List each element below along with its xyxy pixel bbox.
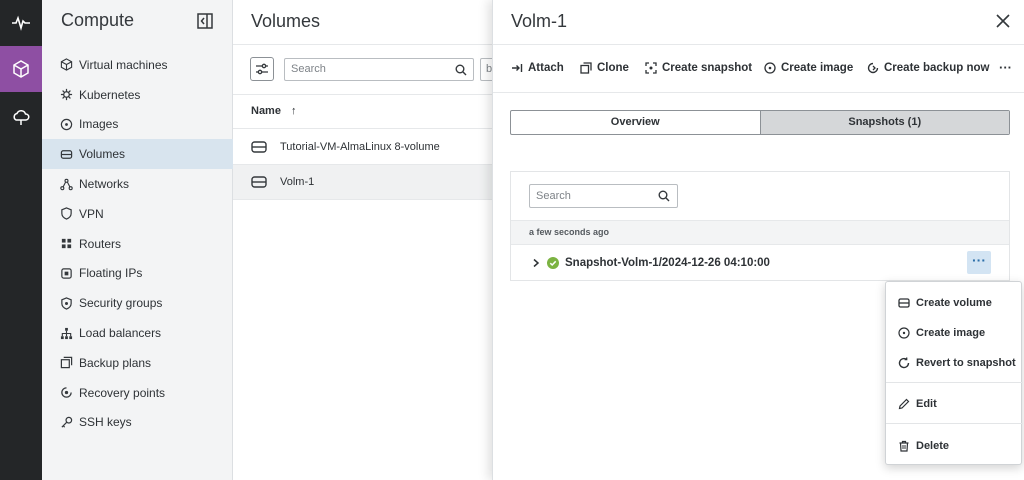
menu-divider — [886, 382, 1023, 383]
shield-gear-icon — [61, 297, 72, 310]
sidebar-item-security-groups[interactable]: Security groups — [42, 288, 233, 318]
filter-button[interactable] — [250, 57, 274, 81]
key-icon — [61, 416, 73, 428]
create-backup-now-button[interactable]: Create backup now — [867, 62, 989, 74]
revert-icon — [898, 357, 910, 369]
sidebar: Compute Virtual machines Kubernetes Imag… — [42, 0, 233, 480]
table-row[interactable]: Tutorial-VM-AlmaLinux 8-volume — [233, 128, 492, 164]
drive-icon — [251, 140, 267, 153]
trash-icon — [899, 440, 909, 452]
sidebar-item-recovery-points[interactable]: Recovery points — [42, 378, 233, 408]
menu-item-create-volume[interactable]: Create volume — [886, 291, 1023, 315]
sliders-icon — [256, 63, 268, 75]
detail-tabs: Overview Snapshots (1) — [510, 110, 1010, 135]
panel-title: Volm-1 — [511, 11, 568, 31]
close-icon[interactable] — [994, 12, 1012, 30]
search-icon — [455, 64, 467, 76]
disc-icon — [60, 118, 73, 131]
list-toolbar: Search b — [233, 44, 500, 94]
sidebar-nav: Virtual machines Kubernetes Images Volum… — [42, 50, 233, 437]
rail-monitoring[interactable] — [0, 0, 42, 46]
volumes-list-pane: Volumes Search b Name ↑ Tutorial-VM-AlmaL… — [233, 0, 500, 480]
backup-icon — [60, 357, 73, 369]
sidebar-item-floating-ips[interactable]: Floating IPs — [42, 259, 233, 289]
column-header-name[interactable]: Name ↑ — [233, 94, 492, 128]
menu-item-create-image[interactable]: Create image — [886, 321, 1023, 345]
sidebar-title: Compute — [61, 10, 135, 30]
snapshot-more-button[interactable]: ··· — [967, 251, 991, 274]
sidebar-item-backup-plans[interactable]: Backup plans — [42, 348, 233, 378]
tab-snapshots[interactable]: Snapshots (1) — [759, 111, 1009, 134]
tab-overview[interactable]: Overview — [511, 111, 760, 134]
menu-item-delete[interactable]: Delete — [886, 434, 1023, 458]
create-snapshot-button[interactable]: Create snapshot — [645, 62, 752, 74]
cube-icon — [13, 60, 29, 78]
more-actions-button[interactable]: ··· — [999, 60, 1012, 75]
sidebar-item-volumes[interactable]: Volumes — [42, 139, 233, 170]
drive-icon — [60, 149, 73, 159]
search-input[interactable]: Search — [284, 58, 474, 81]
floating-ip-icon — [61, 268, 72, 279]
check-circle-icon — [547, 257, 559, 269]
router-icon — [61, 239, 72, 249]
group-header: a few seconds ago — [511, 220, 1009, 245]
sidebar-item-virtual-machines[interactable]: Virtual machines — [42, 50, 233, 80]
cube-icon — [60, 58, 73, 72]
sidebar-item-vpn[interactable]: VPN — [42, 199, 233, 229]
create-image-button[interactable]: Create image — [764, 62, 853, 74]
menu-item-edit[interactable]: Edit — [886, 392, 1023, 416]
snapshot-name: Snapshot-Volm-1/2024-12-26 04:10:00 — [565, 257, 770, 269]
attach-icon — [512, 64, 523, 72]
snapshots-card: Search a few seconds ago Snapshot-Volm-1… — [510, 171, 1010, 281]
cloud-icon — [13, 109, 30, 125]
snapshot-icon — [645, 62, 657, 74]
sidebar-item-kubernetes[interactable]: Kubernetes — [42, 80, 233, 110]
table-row[interactable]: Volm-1 — [233, 164, 492, 200]
clone-button[interactable]: Clone — [580, 62, 629, 74]
action-bar: Attach Clone Create snapshot Create imag… — [493, 44, 1024, 93]
search-icon — [658, 190, 670, 202]
drive-icon — [251, 176, 267, 188]
sidebar-item-routers[interactable]: Routers — [42, 229, 233, 259]
rail-cloud[interactable] — [0, 94, 42, 140]
sidebar-item-networks[interactable]: Networks — [42, 169, 233, 199]
pencil-icon — [898, 398, 910, 410]
sidebar-item-images[interactable]: Images — [42, 110, 233, 140]
attach-button[interactable]: Attach — [511, 62, 564, 74]
shield-icon — [61, 207, 72, 221]
network-icon — [60, 178, 73, 190]
app-rail — [0, 0, 42, 480]
clone-icon — [580, 62, 592, 74]
page-title: Volumes — [251, 11, 321, 31]
chevron-right-icon[interactable] — [531, 258, 541, 268]
load-balancer-icon — [60, 327, 73, 339]
backup-now-icon — [867, 62, 879, 74]
menu-divider — [886, 423, 1023, 424]
rail-compute[interactable] — [0, 46, 42, 92]
snapshot-search-input[interactable]: Search — [529, 184, 678, 208]
snapshot-context-menu: Create volume Create image Revert to sna… — [885, 281, 1023, 465]
disc-icon — [898, 327, 910, 339]
sort-ascending-icon: ↑ — [290, 105, 297, 117]
image-icon — [764, 62, 776, 74]
activity-icon — [12, 15, 30, 31]
sidebar-item-ssh-keys[interactable]: SSH keys — [42, 408, 233, 438]
menu-item-revert-to-snapshot[interactable]: Revert to snapshot — [886, 351, 1023, 375]
collapse-sidebar-icon[interactable] — [197, 13, 213, 29]
recovery-icon — [61, 387, 72, 398]
sidebar-item-load-balancers[interactable]: Load balancers — [42, 318, 233, 348]
drive-icon — [898, 298, 910, 308]
snapshot-row[interactable]: Snapshot-Volm-1/2024-12-26 04:10:00 ··· — [511, 245, 1009, 281]
kubernetes-icon — [60, 89, 73, 101]
